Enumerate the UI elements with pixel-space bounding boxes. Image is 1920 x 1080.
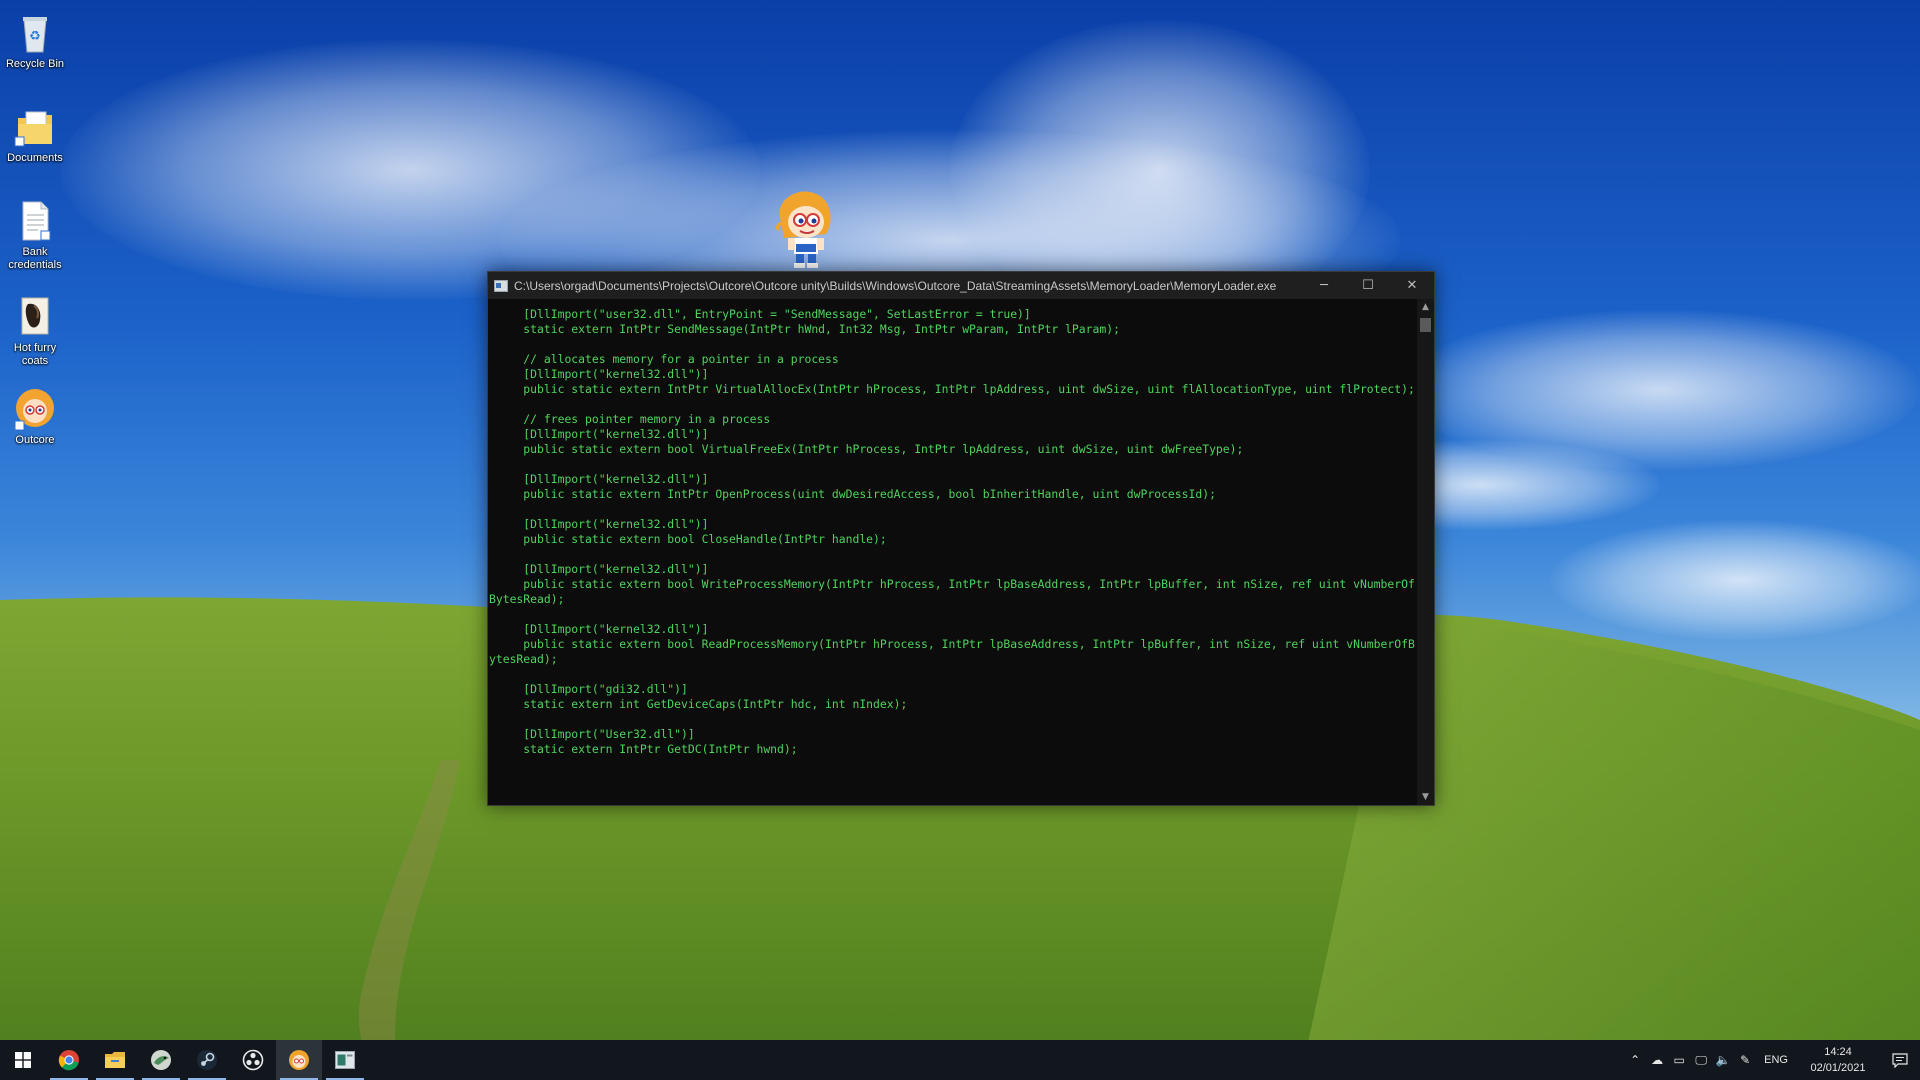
bird-icon bbox=[151, 1050, 171, 1070]
onedrive-cloud-icon[interactable]: ☁ bbox=[1646, 1040, 1668, 1080]
taskbar: ⌃ ☁ ▭ 🖵 🔈 ✎ ENG 14:24 02/01/2021 bbox=[0, 1040, 1920, 1080]
folder-icon bbox=[105, 1052, 125, 1068]
clock[interactable]: 14:24 02/01/2021 bbox=[1796, 1044, 1880, 1076]
console-scrollbar[interactable]: ▲ ▼ bbox=[1417, 299, 1434, 805]
outcore-icon bbox=[289, 1050, 309, 1070]
console-output-area[interactable]: [DllImport("user32.dll", EntryPoint = "S… bbox=[488, 299, 1416, 805]
recycle-bin-icon: ♻ bbox=[23, 17, 47, 53]
taskbar-app-obs[interactable] bbox=[230, 1040, 276, 1080]
outcore-icon bbox=[14, 389, 54, 431]
minimize-button[interactable]: ─ bbox=[1302, 272, 1346, 299]
windows-logo-icon bbox=[15, 1052, 31, 1068]
scroll-up-arrow-icon[interactable]: ▲ bbox=[1417, 299, 1434, 315]
console-title: C:\Users\orgad\Documents\Projects\Outcor… bbox=[514, 278, 1277, 293]
maximize-icon: ☐ bbox=[1362, 278, 1374, 293]
clock-time: 14:24 bbox=[1824, 1046, 1852, 1058]
desktop-icon-documents[interactable]: Documents bbox=[0, 100, 70, 165]
minimize-icon: ─ bbox=[1320, 278, 1328, 293]
volume-icon[interactable]: 🔈 bbox=[1712, 1040, 1734, 1080]
desktop-icon-bank-credentials[interactable]: Bank credentials bbox=[0, 194, 70, 272]
desktop: ♻ Recycle Bin Documents Bank credentials bbox=[0, 0, 1920, 1080]
chrome-icon bbox=[58, 1050, 79, 1071]
console-window[interactable]: C:\Users\orgad\Documents\Projects\Outcor… bbox=[487, 271, 1435, 806]
desktop-icon-outcore[interactable]: Outcore bbox=[0, 382, 70, 447]
taskbar-app-steam[interactable] bbox=[184, 1040, 230, 1080]
network-icon[interactable]: 🖵 bbox=[1690, 1040, 1712, 1080]
console-output-text: [DllImport("user32.dll", EntryPoint = "S… bbox=[489, 307, 1415, 756]
obs-icon bbox=[242, 1049, 264, 1071]
documents-folder-icon bbox=[14, 111, 52, 147]
svg-text:♻: ♻ bbox=[29, 29, 41, 44]
notification-icon bbox=[1892, 1052, 1908, 1068]
pen-icon[interactable]: ✎ bbox=[1734, 1040, 1756, 1080]
taskbar-app-file-explorer[interactable] bbox=[92, 1040, 138, 1080]
console-titlebar[interactable]: C:\Users\orgad\Documents\Projects\Outcor… bbox=[488, 272, 1434, 299]
system-tray: ⌃ ☁ ▭ 🖵 🔈 ✎ ENG 14:24 02/01/2021 bbox=[1624, 1040, 1920, 1080]
scroll-thumb[interactable] bbox=[1420, 318, 1431, 332]
desktop-icon-label: Bank credentials bbox=[8, 246, 62, 271]
scroll-down-arrow-icon[interactable]: ▼ bbox=[1417, 789, 1434, 805]
text-file-icon bbox=[22, 201, 51, 241]
show-hidden-icons-chevron-icon[interactable]: ⌃ bbox=[1624, 1040, 1646, 1080]
close-icon: ✕ bbox=[1406, 278, 1418, 293]
maximize-button[interactable]: ☐ bbox=[1346, 272, 1390, 299]
desktop-icon-hot-furry-coats[interactable]: Hot furry coats bbox=[0, 290, 70, 368]
clock-date: 02/01/2021 bbox=[1810, 1062, 1866, 1074]
taskbar-app-outcore[interactable] bbox=[276, 1040, 322, 1080]
desktop-icon-label: Documents bbox=[7, 152, 63, 164]
console-icon bbox=[335, 1051, 355, 1069]
battery-icon[interactable]: ▭ bbox=[1668, 1040, 1690, 1080]
steam-icon bbox=[197, 1050, 217, 1070]
desktop-icon-label: Recycle Bin bbox=[5, 58, 65, 70]
taskbar-app-memory-loader[interactable] bbox=[322, 1040, 368, 1080]
action-center-button[interactable] bbox=[1880, 1040, 1920, 1080]
close-button[interactable]: ✕ bbox=[1390, 272, 1434, 299]
image-file-icon bbox=[21, 297, 49, 335]
console-app-icon bbox=[494, 279, 508, 292]
desktop-icon-label: Hot furry coats bbox=[13, 342, 57, 367]
desktop-icon-recycle-bin[interactable]: ♻ Recycle Bin bbox=[0, 6, 70, 71]
input-language[interactable]: ENG bbox=[1756, 1054, 1796, 1066]
taskbar-app-chrome[interactable] bbox=[46, 1040, 92, 1080]
taskbar-app-bird[interactable] bbox=[138, 1040, 184, 1080]
desktop-character-sprite[interactable] bbox=[770, 188, 838, 270]
start-button[interactable] bbox=[0, 1040, 46, 1080]
desktop-icon-label: Outcore bbox=[15, 434, 55, 446]
